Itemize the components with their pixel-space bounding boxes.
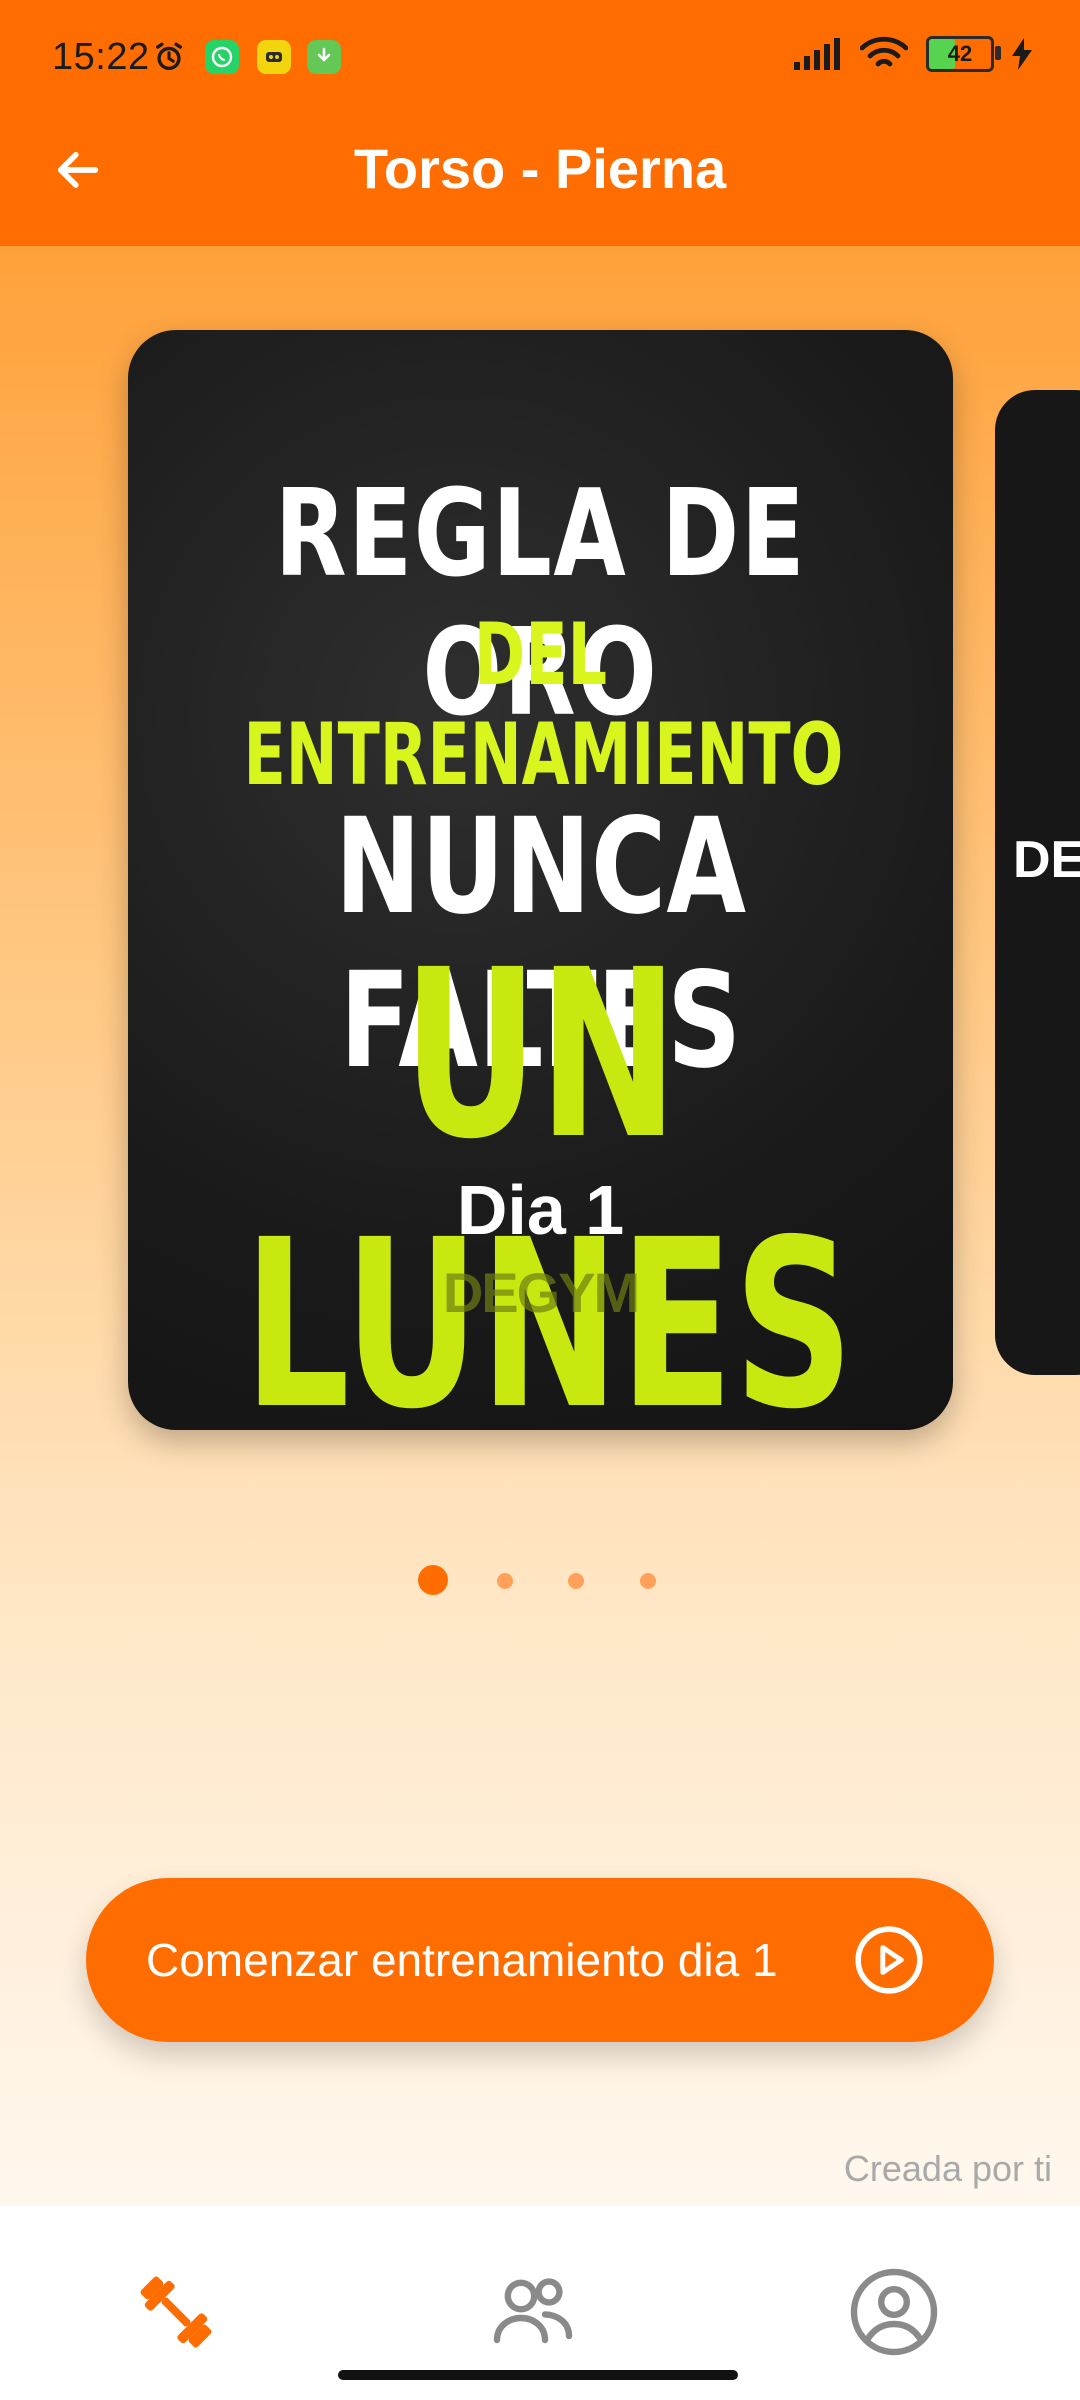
page-dot-2[interactable]: [497, 1573, 513, 1589]
page-dot-3[interactable]: [568, 1573, 584, 1589]
start-workout-button[interactable]: Comenzar entrenamiento dia 1: [86, 1878, 994, 2042]
user-circle-icon: [850, 2268, 938, 2356]
status-time: 15:22: [52, 36, 150, 78]
charging-icon: [1012, 38, 1032, 70]
download-icon: [307, 40, 341, 74]
dumbbell-icon: [140, 2276, 212, 2348]
page-dot-1[interactable]: [418, 1565, 448, 1595]
next-card-text: DEE: [1013, 831, 1080, 889]
start-workout-label: Comenzar entrenamiento dia 1: [146, 1934, 778, 1986]
status-bar: 15:22 42: [0, 0, 1080, 120]
nav-profile[interactable]: [844, 2262, 944, 2362]
battery-indicator: 42: [926, 36, 1001, 72]
page-title: Torso - Pierna: [353, 137, 727, 200]
signal-icon: [794, 38, 840, 70]
wifi-icon: [860, 36, 908, 67]
page-dot-4[interactable]: [640, 1573, 656, 1589]
gesture-bar: [338, 2370, 738, 2380]
whatsapp-icon: [205, 40, 239, 74]
day-label: Dia 1: [456, 1171, 625, 1249]
alarm-icon: [152, 40, 186, 74]
next-day-card[interactable]: DEE: [995, 390, 1080, 1375]
play-circle-icon: [855, 1926, 923, 1994]
battery-level: 42: [947, 41, 973, 66]
creator-note: Creada por ti: [843, 2148, 1052, 2189]
day-card[interactable]: REGLA DE ORO DEL ENTRENAMIENTO NUNCA FAL…: [128, 330, 953, 1430]
users-icon: [493, 2278, 573, 2344]
card-image-text-line-2: DEL ENTRENAMIENTO: [243, 605, 844, 805]
carousel-pagination: [0, 1565, 1080, 1595]
status-right: 42: [794, 36, 1032, 72]
nav-community[interactable]: [483, 2262, 583, 2362]
nav-workouts[interactable]: [126, 2262, 226, 2362]
card-brand-logo: DEGYM: [442, 1261, 640, 1324]
app-icon: [257, 40, 291, 74]
